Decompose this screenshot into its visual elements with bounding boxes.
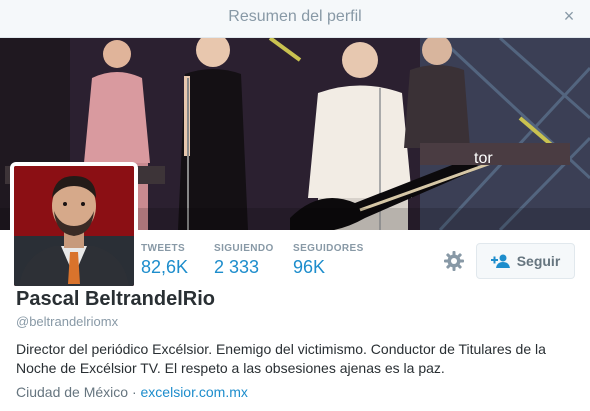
modal-title: Resumen del perfil: [228, 8, 362, 25]
stat-following[interactable]: SIGUIENDO 2 333: [214, 243, 274, 278]
stat-value: 82,6K: [141, 257, 189, 277]
stat-value: 2 333: [214, 257, 260, 277]
follow-button[interactable]: Seguir: [476, 243, 575, 279]
profile-meta: Ciudad de México · excelsior.com.mx: [16, 384, 248, 400]
stat-tweets[interactable]: TWEETS 82,6K: [141, 243, 188, 278]
stat-label: TWEETS: [141, 243, 186, 254]
profile-handle[interactable]: @beltrandelriomx: [16, 314, 118, 329]
profile-url-link[interactable]: excelsior.com.mx: [141, 384, 248, 400]
profile-location: Ciudad de México: [16, 384, 129, 400]
meta-separator: ·: [131, 384, 137, 400]
profile-bio: Director del periódico Excélsior. Enemig…: [16, 341, 546, 376]
add-user-icon: [490, 254, 511, 268]
stat-label: SIGUIENDO: [214, 243, 274, 254]
follow-button-label: Seguir: [516, 253, 561, 269]
profile-name[interactable]: Pascal BeltrandelRio: [16, 288, 215, 311]
stat-label: SEGUIDORES: [293, 243, 364, 254]
stage-sign-text: tor: [474, 150, 493, 167]
modal-header: Resumen del perfil ×: [0, 0, 590, 38]
close-icon[interactable]: ×: [561, 7, 577, 25]
stat-value: 96K: [293, 257, 326, 277]
stat-followers[interactable]: SEGUIDORES 96K: [293, 243, 364, 278]
gear-icon[interactable]: [444, 251, 464, 271]
